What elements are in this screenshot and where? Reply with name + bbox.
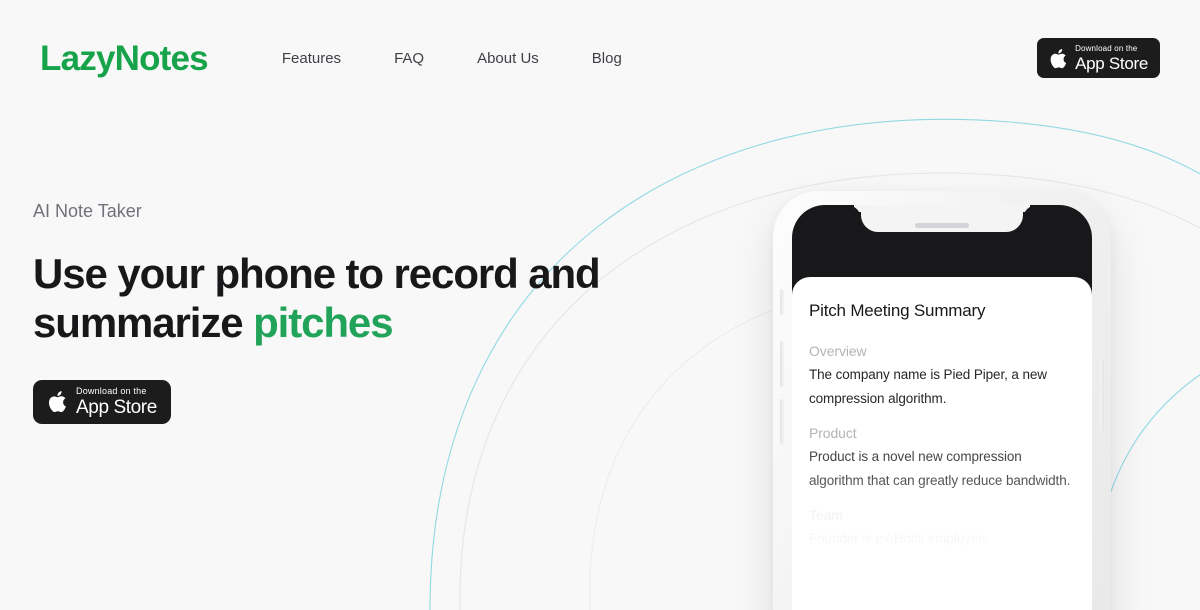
section-label: Team [809,507,843,524]
app-store-small-text: Download on the [76,385,147,396]
summary-card: Pitch Meeting Summary Overview The compa… [792,277,1092,610]
summary-section-team: Team Founder is ex-Hooli employee. [809,507,1075,551]
apple-logo-icon [49,391,66,413]
phone-frame: Pitch Meeting Summary Overview The compa… [773,191,1111,610]
main-navigation: Features FAQ About Us Blog [282,44,622,73]
section-body: Product is a novel new compression algor… [809,449,1071,489]
phone-silent-switch[interactable] [780,289,784,315]
app-store-large-text: App Store [1075,53,1148,73]
section-label: Overview [809,343,867,359]
section-body: The company name is Pied Piper, a new co… [809,367,1047,407]
section-body: Founder is ex-Hooli employee. [809,531,990,547]
phone-power-button[interactable] [1100,359,1104,431]
hero-app-store-text: Download on the App Store [76,385,157,418]
phone-speaker-icon [915,223,969,228]
header-app-store-text: Download on the App Store [1075,43,1148,73]
hero-section: AI Note Taker Use your phone to record a… [33,200,653,424]
summary-card-title: Pitch Meeting Summary [809,301,986,320]
nav-link-features[interactable]: Features [282,44,341,73]
apple-logo-icon [1050,48,1067,68]
summary-section-product: Product Product is a novel new compressi… [809,425,1075,493]
phone-volume-down-button[interactable] [780,399,784,445]
site-header: LazyNotes Features FAQ About Us Blog Dow… [0,0,1200,116]
hero-headline-line1: Use your phone to record and [33,250,601,298]
nav-link-blog[interactable]: Blog [592,44,622,73]
hero-headline: Use your phone to record and summarize p… [33,250,653,347]
section-label: Product [809,425,857,442]
nav-link-about-us[interactable]: About Us [477,44,539,73]
hero-eyebrow: AI Note Taker [33,201,142,221]
phone-volume-up-button[interactable] [780,341,784,387]
header-app-store-button[interactable]: Download on the App Store [1037,38,1160,78]
app-store-small-text: Download on the [1075,43,1138,53]
hero-headline-accent: pitches [253,299,393,347]
hero-app-store-button[interactable]: Download on the App Store [33,379,171,424]
logo-lazynotes[interactable]: LazyNotes [40,41,209,76]
phone-mockup: Pitch Meeting Summary Overview The compa… [763,191,1119,610]
summary-section-overview: Overview The company name is Pied Piper,… [809,343,1075,411]
phone-screen: Pitch Meeting Summary Overview The compa… [792,205,1092,610]
hero-headline-line2: summarize [33,299,254,347]
nav-link-faq[interactable]: FAQ [394,44,424,73]
app-store-large-text: App Store [76,396,157,418]
